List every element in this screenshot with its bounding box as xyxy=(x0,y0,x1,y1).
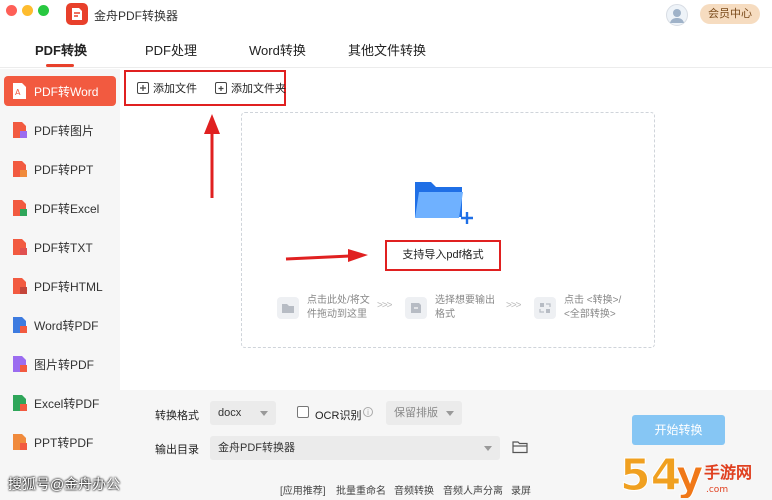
format-select[interactable]: docx xyxy=(210,401,276,425)
start-convert-button[interactable]: 开始转换 xyxy=(632,415,725,445)
output-directory-select[interactable]: 金舟PDF转换器 xyxy=(210,436,500,460)
format-label: 转换格式 xyxy=(155,410,199,422)
chevron-down-icon xyxy=(484,446,492,451)
footer-link-recommend[interactable]: [应用推荐] xyxy=(280,482,326,497)
arrow-right-icon xyxy=(348,249,368,262)
svg-text:手游网: 手游网 xyxy=(704,463,752,482)
svg-text:y: y xyxy=(676,451,703,498)
site-watermark-logo: 54 y 手游网 .com xyxy=(620,450,753,499)
layout-select[interactable]: 保留排版 xyxy=(386,401,462,425)
chevron-down-icon xyxy=(446,411,454,416)
chevron-down-icon xyxy=(260,411,268,416)
output-label: 输出目录 xyxy=(155,444,199,456)
svg-text:54: 54 xyxy=(620,450,681,498)
ocr-label: OCR识别 xyxy=(315,410,362,422)
open-folder-icon[interactable] xyxy=(512,440,528,454)
output-value: 金舟PDF转换器 xyxy=(218,442,295,454)
layout-value: 保留排版 xyxy=(394,407,438,419)
svg-text:.com: .com xyxy=(706,485,728,495)
ocr-checkbox[interactable] xyxy=(297,406,309,418)
footer-link-batch-rename[interactable]: 批量重命名 xyxy=(336,482,386,497)
arrow-up-icon xyxy=(204,114,220,134)
footer-link-audio-convert[interactable]: 音频转换 xyxy=(394,482,434,497)
format-value: docx xyxy=(218,407,242,419)
footer-link-vocal-separate[interactable]: 音频人声分离 xyxy=(443,482,503,497)
footer-link-screen-record[interactable]: 录屏 xyxy=(511,482,531,497)
help-icon[interactable]: i xyxy=(363,407,373,417)
watermark-text: 搜狐号@金舟办公 xyxy=(8,476,121,492)
